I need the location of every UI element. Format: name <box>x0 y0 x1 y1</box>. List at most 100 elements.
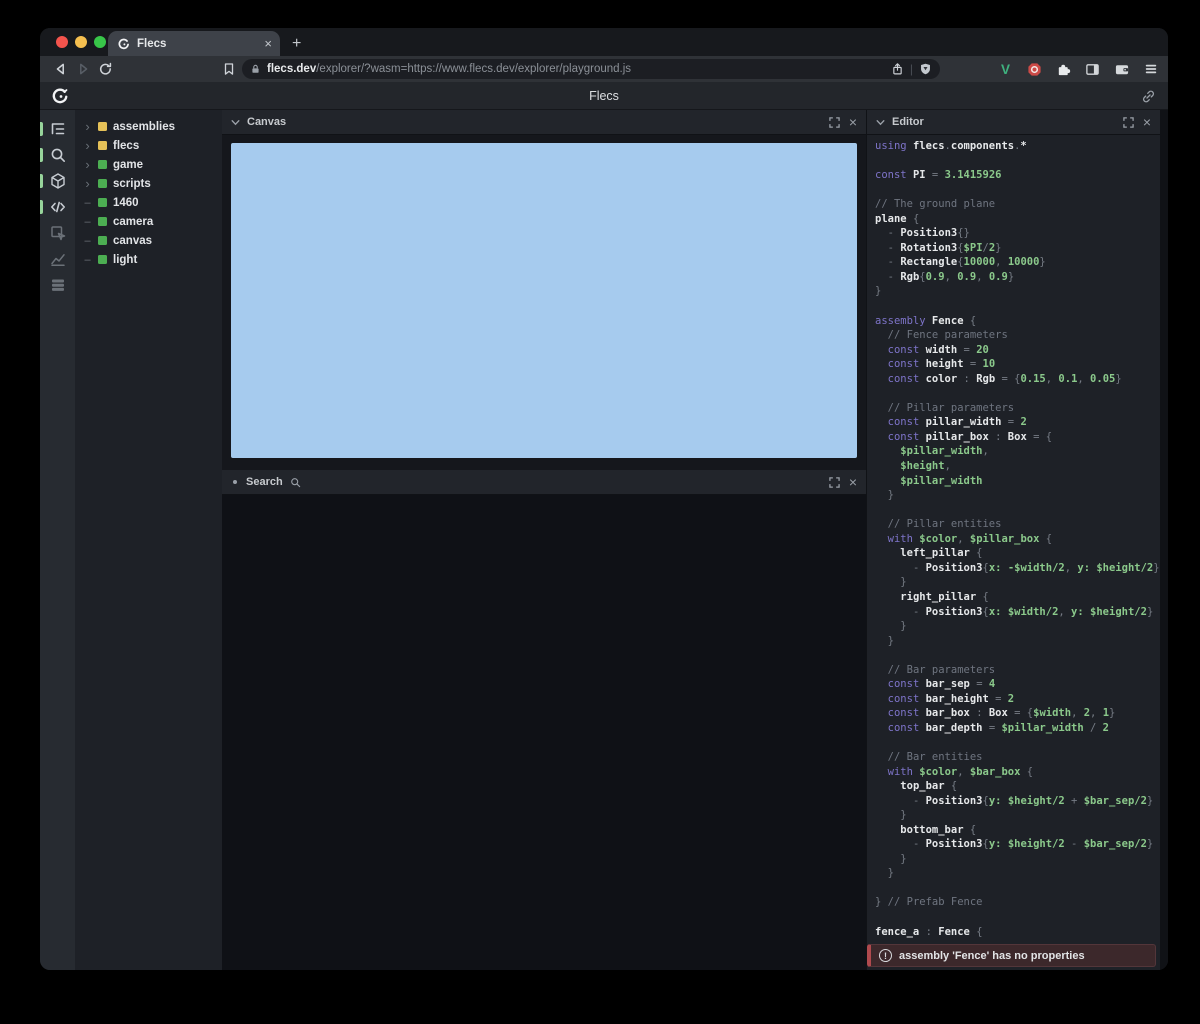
tree-item-light[interactable]: –light <box>75 250 222 269</box>
chevron-right-icon[interactable]: › <box>83 120 92 133</box>
code-line[interactable]: $pillar_width <box>875 474 1160 489</box>
code-line[interactable] <box>875 735 1160 750</box>
scene-button[interactable] <box>40 168 75 194</box>
code-line[interactable]: } <box>875 852 1160 867</box>
minimize-window-button[interactable] <box>75 36 87 48</box>
code-line[interactable] <box>875 910 1160 925</box>
sidebar-toggle-icon[interactable] <box>1083 60 1102 79</box>
code-line[interactable]: top_bar { <box>875 779 1160 794</box>
chevron-right-icon[interactable]: › <box>83 177 92 190</box>
red-extension-icon[interactable] <box>1025 60 1044 79</box>
search-panel-content[interactable] <box>222 495 866 970</box>
search-button[interactable] <box>40 142 75 168</box>
tree-item-camera[interactable]: –camera <box>75 212 222 231</box>
code-line[interactable]: - Position3{y: $height/2 - $bar_sep/2} <box>875 837 1160 852</box>
code-line[interactable]: const bar_sep = 4 <box>875 677 1160 692</box>
tree-item-assemblies[interactable]: ›assemblies <box>75 117 222 136</box>
code-line[interactable]: const bar_depth = $pillar_width / 2 <box>875 721 1160 736</box>
code-line[interactable]: } // Prefab Fence <box>875 895 1160 910</box>
vue-devtools-icon[interactable]: V <box>996 60 1015 79</box>
fullscreen-icon[interactable] <box>829 477 840 488</box>
code-line[interactable]: with $color, $pillar_box { <box>875 532 1160 547</box>
3d-canvas-viewport[interactable] <box>231 143 857 458</box>
tree-item-scripts[interactable]: ›scripts <box>75 174 222 193</box>
code-line[interactable] <box>875 154 1160 169</box>
new-tab-button[interactable]: + <box>292 35 301 53</box>
bookmark-icon[interactable] <box>218 59 240 79</box>
search-panel-header[interactable]: Search × <box>222 470 866 495</box>
chevron-down-icon[interactable] <box>231 119 240 126</box>
code-line[interactable]: assembly Fence { <box>875 314 1160 329</box>
code-line[interactable]: const color : Rgb = {0.15, 0.1, 0.05} <box>875 372 1160 387</box>
code-line[interactable]: } <box>875 634 1160 649</box>
close-tab-icon[interactable]: × <box>264 37 272 50</box>
code-line[interactable] <box>875 503 1160 518</box>
share-icon[interactable] <box>891 62 904 76</box>
code-line[interactable]: } <box>875 575 1160 590</box>
code-line[interactable]: const bar_height = 2 <box>875 692 1160 707</box>
brave-shield-icon[interactable] <box>919 62 932 76</box>
code-line[interactable]: - Position3{y: $height/2 + $bar_sep/2} <box>875 794 1160 809</box>
code-line[interactable]: with $color, $bar_box { <box>875 765 1160 780</box>
menu-icon[interactable] <box>1141 60 1160 79</box>
wallet-icon[interactable] <box>1112 60 1131 79</box>
code-line[interactable]: const width = 20 <box>875 343 1160 358</box>
forward-button[interactable] <box>72 59 94 79</box>
code-editor[interactable]: using flecs.components.*const PI = 3.141… <box>867 135 1160 970</box>
share-link-icon[interactable] <box>1141 89 1156 104</box>
code-line[interactable]: $pillar_width, <box>875 444 1160 459</box>
code-line[interactable]: } <box>875 619 1160 634</box>
code-line[interactable]: const bar_box : Box = {$width, 2, 1} <box>875 706 1160 721</box>
close-panel-icon[interactable]: × <box>849 475 857 489</box>
code-button[interactable] <box>40 194 75 220</box>
code-line[interactable] <box>875 881 1160 896</box>
tree-item-canvas[interactable]: –canvas <box>75 231 222 250</box>
editor-panel-header[interactable]: Editor × <box>867 110 1160 135</box>
code-line[interactable]: - Rotation3{$PI/2} <box>875 241 1160 256</box>
back-button[interactable] <box>50 59 72 79</box>
code-line[interactable] <box>875 183 1160 198</box>
canvas-panel-header[interactable]: Canvas × <box>222 110 866 135</box>
code-line[interactable]: // Pillar parameters <box>875 401 1160 416</box>
collapsed-bullet-icon[interactable] <box>233 480 237 484</box>
tables-button[interactable] <box>40 272 75 298</box>
code-line[interactable]: const PI = 3.1415926 <box>875 168 1160 183</box>
close-panel-icon[interactable]: × <box>1143 115 1151 129</box>
close-panel-icon[interactable]: × <box>849 115 857 129</box>
fullscreen-icon[interactable] <box>829 117 840 128</box>
code-line[interactable]: const pillar_width = 2 <box>875 415 1160 430</box>
code-line[interactable]: $height, <box>875 459 1160 474</box>
code-line[interactable]: } <box>875 284 1160 299</box>
entity-tree-button[interactable] <box>40 116 75 142</box>
close-window-button[interactable] <box>56 36 68 48</box>
code-line[interactable]: } <box>875 488 1160 503</box>
fullscreen-icon[interactable] <box>1123 117 1134 128</box>
code-line[interactable]: plane { <box>875 212 1160 227</box>
code-line[interactable]: // Bar parameters <box>875 663 1160 678</box>
code-line[interactable] <box>875 648 1160 663</box>
tree-item-flecs[interactable]: ›flecs <box>75 136 222 155</box>
code-line[interactable]: - Position3{x: -$width/2, y: $height/2} <box>875 561 1160 576</box>
code-line[interactable]: - Position3{} <box>875 226 1160 241</box>
code-line[interactable]: bottom_bar { <box>875 823 1160 838</box>
code-line[interactable]: right_pillar { <box>875 590 1160 605</box>
code-line[interactable] <box>875 386 1160 401</box>
tree-item-1460[interactable]: –1460 <box>75 193 222 212</box>
browser-tab-flecs[interactable]: Flecs × <box>108 31 280 56</box>
code-line[interactable]: const pillar_box : Box = { <box>875 430 1160 445</box>
code-line[interactable]: // Bar entities <box>875 750 1160 765</box>
code-line[interactable]: // Pillar entities <box>875 517 1160 532</box>
chevron-right-icon[interactable]: › <box>83 139 92 152</box>
code-line[interactable]: left_pillar { <box>875 546 1160 561</box>
chevron-right-icon[interactable]: › <box>83 158 92 171</box>
code-line[interactable]: - Rectangle{10000, 10000} <box>875 255 1160 270</box>
code-line[interactable] <box>875 299 1160 314</box>
inspector-button[interactable] <box>40 220 75 246</box>
code-line[interactable]: // The ground plane <box>875 197 1160 212</box>
url-bar[interactable]: flecs.dev/explorer/?wasm=https://www.fle… <box>242 59 940 79</box>
code-line[interactable]: const height = 10 <box>875 357 1160 372</box>
chevron-down-icon[interactable] <box>876 119 885 126</box>
tree-item-game[interactable]: ›game <box>75 155 222 174</box>
reload-button[interactable] <box>94 59 116 79</box>
code-line[interactable]: - Position3{x: $width/2, y: $height/2} <box>875 605 1160 620</box>
